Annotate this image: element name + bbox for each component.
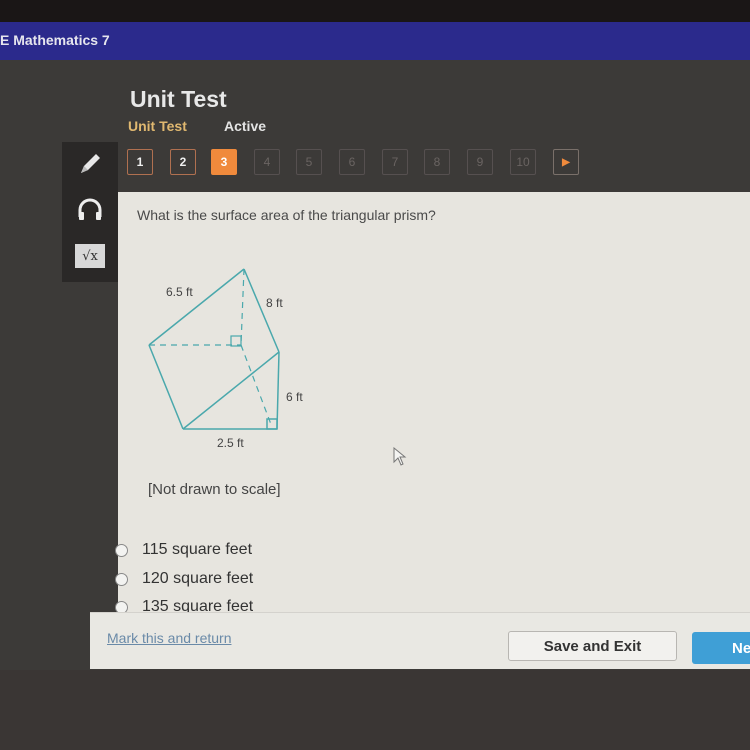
next-question-arrow-button[interactable]: ▶ — [553, 149, 579, 175]
question-nav-1[interactable]: 1 — [127, 149, 153, 175]
triangular-prism-diagram: 6.5 ft 8 ft 6 ft 2.5 ft — [148, 268, 303, 450]
option-label: 115 square feet — [142, 541, 253, 558]
page-title: Unit Test — [130, 86, 227, 112]
scale-note: [Not drawn to scale] — [148, 481, 281, 498]
answer-option[interactable]: 135 square feet — [115, 598, 253, 612]
radio-button[interactable] — [115, 543, 128, 557]
save-and-exit-button[interactable]: Save and Exit — [508, 631, 677, 661]
answer-option[interactable]: 120 square feet — [115, 569, 253, 589]
label-height: 6 ft — [286, 390, 303, 404]
prism-edge — [148, 268, 245, 346]
question-nav-9[interactable]: 9 — [467, 149, 493, 175]
question-nav-4[interactable]: 4 — [254, 149, 280, 175]
mouse-cursor-icon — [393, 447, 407, 466]
right-angle-mark — [266, 418, 278, 430]
prism-edge — [148, 344, 184, 430]
radio-button[interactable] — [115, 601, 128, 612]
pencil-icon — [81, 154, 100, 173]
hidden-edge — [240, 268, 245, 346]
screen-bezel — [0, 670, 750, 750]
question-text: What is the surface area of the triangul… — [137, 207, 436, 223]
question-nav-7[interactable]: 7 — [382, 149, 408, 175]
prism-edge — [182, 351, 280, 430]
option-label: 135 square feet — [142, 598, 254, 612]
question-nav-3[interactable]: 3 — [211, 149, 237, 175]
question-nav-6[interactable]: 6 — [339, 149, 365, 175]
hidden-edge — [240, 344, 273, 428]
answer-option[interactable]: 115 square feet — [115, 540, 252, 560]
tool-sidebar: √x — [62, 142, 118, 282]
radio-button[interactable] — [115, 572, 128, 586]
label-length: 8 ft — [266, 296, 283, 310]
breadcrumb-unit-test: Unit Test — [128, 118, 187, 134]
label-base: 2.5 ft — [217, 436, 244, 450]
calculator-sqrt-icon: √x — [75, 244, 105, 268]
top-bar: E Mathematics 7 — [0, 22, 750, 60]
question-nav-10[interactable]: 10 — [510, 149, 536, 175]
next-button[interactable]: Ne — [692, 632, 750, 664]
mark-and-return-link[interactable]: Mark this and return — [107, 630, 232, 646]
label-hypotenuse: 6.5 ft — [166, 285, 193, 299]
question-nav-5[interactable]: 5 — [296, 149, 322, 175]
prism-edge — [276, 351, 280, 430]
audio-tool-button[interactable] — [62, 188, 118, 232]
course-title: E Mathematics 7 — [0, 32, 110, 48]
option-label: 120 square feet — [142, 570, 254, 587]
headphones-icon — [78, 198, 102, 220]
question-nav-8[interactable]: 8 — [424, 149, 450, 175]
prism-edge — [243, 268, 280, 353]
question-nav-2[interactable]: 2 — [170, 149, 196, 175]
calculator-tool-button[interactable]: √x — [62, 234, 118, 278]
pencil-tool-button[interactable] — [62, 142, 118, 186]
status-label: Active — [224, 118, 267, 134]
